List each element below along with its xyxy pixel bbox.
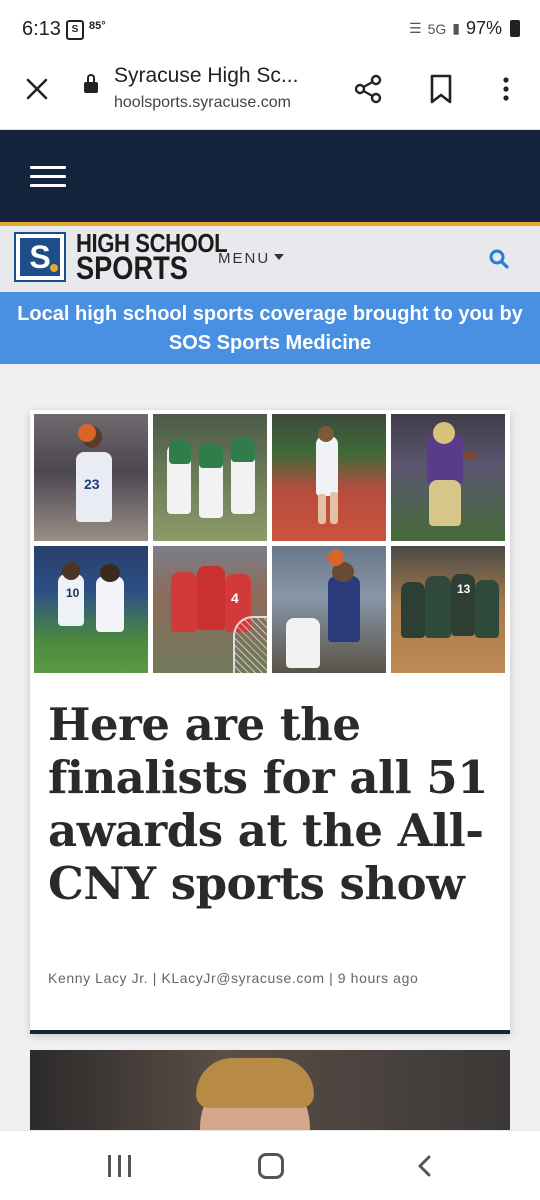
more-vert-icon: [503, 77, 509, 101]
app-notification-icon: S: [66, 20, 84, 40]
share-icon: [354, 74, 382, 104]
photo-soccer: 10: [34, 546, 148, 673]
site-top-bar: [0, 130, 540, 222]
close-tab-button[interactable]: [22, 74, 52, 104]
next-article-image[interactable]: [30, 1050, 510, 1130]
photo-volleyball: 13: [391, 546, 505, 673]
back-button[interactable]: [412, 1153, 438, 1179]
photo-track: [272, 414, 386, 541]
more-options-button[interactable]: [496, 72, 516, 106]
photo-collage[interactable]: 23 10 4 13: [34, 414, 506, 678]
site-nav: S HIGH SCHOOL SPORTS MENU: [0, 226, 540, 292]
lock-icon: [84, 74, 98, 94]
photo-football: [391, 414, 505, 541]
system-nav-bar: [0, 1130, 540, 1200]
browser-toolbar: Syracuse High Sc... hoolsports.syracuse.…: [0, 60, 540, 130]
status-bar: 6:13 S 85° ☰ 5G ▮ 97%: [0, 0, 540, 60]
photo-lacrosse: 4: [153, 546, 267, 673]
menu-label: MENU: [218, 250, 271, 267]
photo-basketball-2: [272, 546, 386, 673]
battery-percent: 97%: [465, 18, 502, 38]
article-byline: Kenny Lacy Jr. | KLacyJr@syracuse.com | …: [48, 970, 419, 986]
bookmark-button[interactable]: [426, 72, 456, 106]
promo-banner[interactable]: Local high school sports coverage brough…: [0, 292, 540, 364]
close-icon: [26, 78, 48, 100]
status-time: 6:13: [22, 18, 61, 40]
status-temperature: 85°: [89, 20, 106, 32]
caret-down-icon: [274, 254, 285, 260]
page-title[interactable]: Syracuse High Sc...: [114, 64, 298, 88]
hamburger-menu-button[interactable]: [30, 166, 66, 188]
menu-dropdown-button[interactable]: MENU: [218, 250, 285, 267]
article-card[interactable]: 23 10 4 13 Here are the finalists for al…: [30, 410, 510, 1034]
search-button[interactable]: [488, 248, 510, 270]
network-type: 5G: [427, 20, 447, 37]
signal-icon: ▮: [452, 20, 460, 36]
site-logo-mark[interactable]: S: [14, 232, 66, 282]
bookmark-icon: [430, 74, 452, 104]
chevron-left-icon: [418, 1155, 431, 1177]
search-icon: [489, 249, 509, 269]
photo-basketball-1: 23: [34, 414, 148, 541]
battery-icon: [510, 20, 520, 37]
logo-text-line2[interactable]: SPORTS: [76, 250, 188, 287]
article-headline[interactable]: Here are the finalists for all 51 awards…: [48, 698, 498, 910]
url-text[interactable]: hoolsports.syracuse.com: [114, 94, 291, 112]
status-indicators: ☰ 5G ▮ 97%: [409, 18, 520, 39]
share-button[interactable]: [352, 72, 386, 106]
wifi-icon: ☰: [409, 20, 422, 36]
home-button[interactable]: [258, 1153, 284, 1179]
photo-baseball: [153, 414, 267, 541]
recent-apps-button[interactable]: [108, 1155, 132, 1177]
